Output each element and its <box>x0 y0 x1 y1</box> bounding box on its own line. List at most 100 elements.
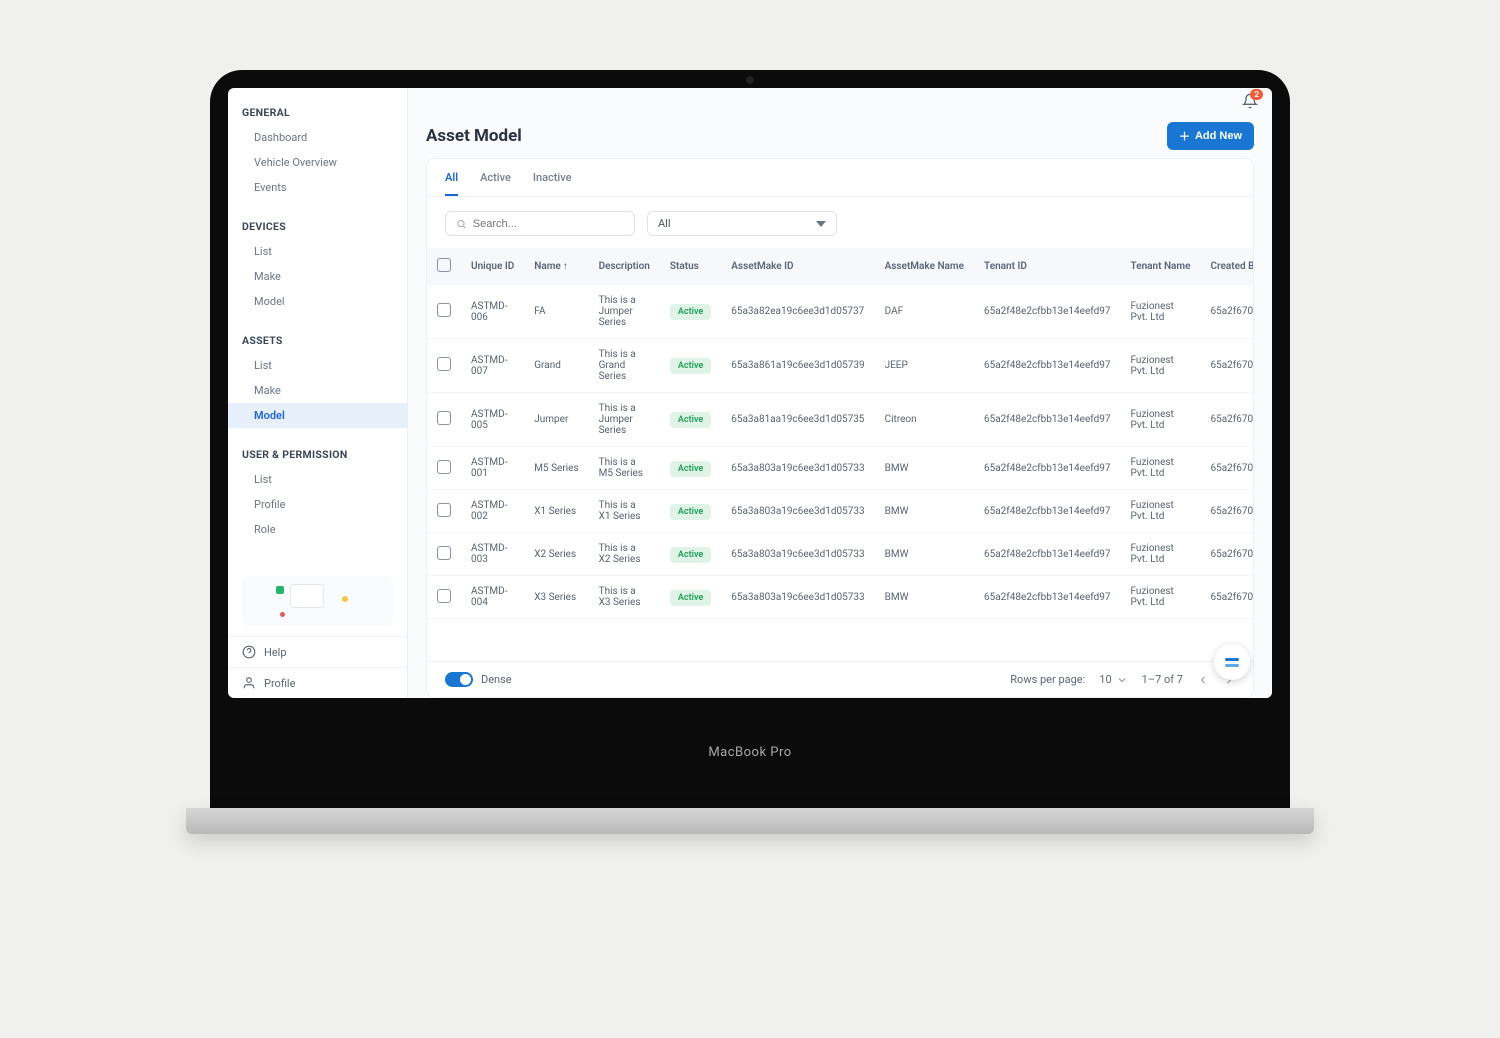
notification-count-badge: 2 <box>1250 89 1263 100</box>
row-checkbox[interactable] <box>437 303 451 317</box>
cell-status: Active <box>660 339 721 393</box>
sidebar-profile-link[interactable]: Profile <box>228 667 407 698</box>
sidebar-item-role[interactable]: Role <box>228 517 407 542</box>
row-checkbox[interactable] <box>437 460 451 474</box>
page-title: Asset Model <box>426 126 522 146</box>
search-input[interactable] <box>473 218 624 230</box>
table-scroll[interactable]: Unique IDName↑DescriptionStatusAssetMake… <box>427 248 1253 661</box>
cell-assetmake-name: Citreon <box>875 393 974 447</box>
notifications-button[interactable]: 2 <box>1242 93 1258 113</box>
column-header-name[interactable]: Name↑ <box>524 248 588 285</box>
cell-assetmake-name: BMW <box>875 490 974 533</box>
cell-assetmake-id: 65a3a82ea19c6ee3d1d05737 <box>721 285 874 339</box>
sidebar-item-vehicle-overview[interactable]: Vehicle Overview <box>228 150 407 175</box>
cell-name: FA <box>524 285 588 339</box>
row-checkbox[interactable] <box>437 357 451 371</box>
sidebar: GENERALDashboardVehicle OverviewEventsDE… <box>228 88 408 698</box>
add-new-button[interactable]: ＋ Add New <box>1167 122 1254 150</box>
row-checkbox[interactable] <box>437 411 451 425</box>
cell-tenant-id: 65a2f48e2cfbb13e14eefd97 <box>974 490 1121 533</box>
help-icon <box>242 645 256 659</box>
profile-icon <box>242 676 256 690</box>
sidebar-profile-label: Profile <box>264 677 295 690</box>
cell-created-by: 65a2f67074fca7d7e2633167 <box>1201 490 1254 533</box>
floating-action-button[interactable] <box>1214 644 1250 680</box>
sidebar-group: ASSETSListMakeModel <box>228 326 407 428</box>
cell-status: Active <box>660 447 721 490</box>
column-header-assetmake-name[interactable]: AssetMake Name <box>875 248 974 285</box>
tabs-bar: All Active Inactive <box>427 159 1253 197</box>
column-header-status[interactable]: Status <box>660 248 721 285</box>
table-row[interactable]: ASTMD-006FAThis is a Jumper SeriesActive… <box>427 285 1253 339</box>
sidebar-item-list[interactable]: List <box>228 239 407 264</box>
sidebar-group-title: ASSETS <box>228 326 407 353</box>
tab-all[interactable]: All <box>445 171 458 196</box>
table-row[interactable]: ASTMD-003X2 SeriesThis is a X2 SeriesAct… <box>427 533 1253 576</box>
column-header-created-by[interactable]: Created BY <box>1201 248 1254 285</box>
cell-assetmake-id: 65a3a803a19c6ee3d1d05733 <box>721 490 874 533</box>
sort-ascending-icon: ↑ <box>563 261 568 272</box>
rows-per-page-select[interactable]: 10 <box>1099 673 1127 686</box>
sidebar-group-title: GENERAL <box>228 98 407 125</box>
tab-inactive[interactable]: Inactive <box>533 171 572 196</box>
sidebar-item-events[interactable]: Events <box>228 175 407 200</box>
status-filter-value: All <box>658 217 671 230</box>
cell-assetmake-id: 65a3a861a19c6ee3d1d05739 <box>721 339 874 393</box>
tab-active[interactable]: Active <box>480 171 511 196</box>
sidebar-item-profile[interactable]: Profile <box>228 492 407 517</box>
laptop-label: MacBook Pro <box>210 745 1290 760</box>
sidebar-item-list[interactable]: List <box>228 467 407 492</box>
pagination-range: 1–7 of 7 <box>1142 673 1183 686</box>
sidebar-item-dashboard[interactable]: Dashboard <box>228 125 407 150</box>
sidebar-illustration <box>242 576 393 626</box>
cell-name: Grand <box>524 339 588 393</box>
select-all-checkbox[interactable] <box>437 258 451 272</box>
row-checkbox[interactable] <box>437 589 451 603</box>
table-row[interactable]: ASTMD-002X1 SeriesThis is a X1 SeriesAct… <box>427 490 1253 533</box>
table-row[interactable]: ASTMD-005JumperThis is a Jumper SeriesAc… <box>427 393 1253 447</box>
status-badge: Active <box>670 590 711 606</box>
row-checkbox[interactable] <box>437 546 451 560</box>
sidebar-item-make[interactable]: Make <box>228 264 407 289</box>
column-header-tenant-id[interactable]: Tenant ID <box>974 248 1121 285</box>
cell-assetmake-id: 65a3a803a19c6ee3d1d05733 <box>721 533 874 576</box>
cell-tenant-name: Fuzionest Pvt. Ltd <box>1121 447 1201 490</box>
cell-description: This is a M5 Series <box>589 447 660 490</box>
sidebar-group: USER & PERMISSIONListProfileRole <box>228 440 407 542</box>
cell-created-by: 65a2f67074fca7d7e2633167 <box>1201 533 1254 576</box>
dense-toggle[interactable] <box>445 672 473 687</box>
sidebar-item-model[interactable]: Model <box>228 403 407 428</box>
add-new-label: Add New <box>1195 130 1242 142</box>
table-row[interactable]: ASTMD-001M5 SeriesThis is a M5 SeriesAct… <box>427 447 1253 490</box>
cell-description: This is a X1 Series <box>589 490 660 533</box>
previous-page-button[interactable] <box>1197 674 1209 686</box>
rows-per-page-label: Rows per page: <box>1010 673 1085 686</box>
cell-tenant-id: 65a2f48e2cfbb13e14eefd97 <box>974 393 1121 447</box>
search-input-wrapper[interactable] <box>445 211 635 236</box>
cell-unique-id: ASTMD-005 <box>461 393 524 447</box>
dense-label: Dense <box>481 673 512 686</box>
cell-name: X2 Series <box>524 533 588 576</box>
cell-assetmake-id: 65a3a803a19c6ee3d1d05733 <box>721 447 874 490</box>
page-header: Asset Model ＋ Add New <box>408 118 1272 158</box>
column-header-unique-id[interactable]: Unique ID <box>461 248 524 285</box>
sidebar-item-model[interactable]: Model <box>228 289 407 314</box>
cell-tenant-name: Fuzionest Pvt. Ltd <box>1121 533 1201 576</box>
table-row[interactable]: ASTMD-004X3 SeriesThis is a X3 SeriesAct… <box>427 576 1253 619</box>
sidebar-item-make[interactable]: Make <box>228 378 407 403</box>
status-filter-select[interactable]: All <box>647 211 837 236</box>
column-header-assetmake-id[interactable]: AssetMake ID <box>721 248 874 285</box>
sidebar-item-list[interactable]: List <box>228 353 407 378</box>
cell-tenant-id: 65a2f48e2cfbb13e14eefd97 <box>974 285 1121 339</box>
cell-tenant-name: Fuzionest Pvt. Ltd <box>1121 393 1201 447</box>
column-header-description[interactable]: Description <box>589 248 660 285</box>
sidebar-help-link[interactable]: Help <box>228 636 407 667</box>
row-checkbox[interactable] <box>437 503 451 517</box>
status-badge: Active <box>670 547 711 563</box>
column-header-tenant-name[interactable]: Tenant Name <box>1121 248 1201 285</box>
cell-unique-id: ASTMD-002 <box>461 490 524 533</box>
sidebar-group: GENERALDashboardVehicle OverviewEvents <box>228 98 407 200</box>
cell-tenant-id: 65a2f48e2cfbb13e14eefd97 <box>974 447 1121 490</box>
table-row[interactable]: ASTMD-007GrandThis is a Grand SeriesActi… <box>427 339 1253 393</box>
plus-icon: ＋ <box>1179 128 1190 144</box>
